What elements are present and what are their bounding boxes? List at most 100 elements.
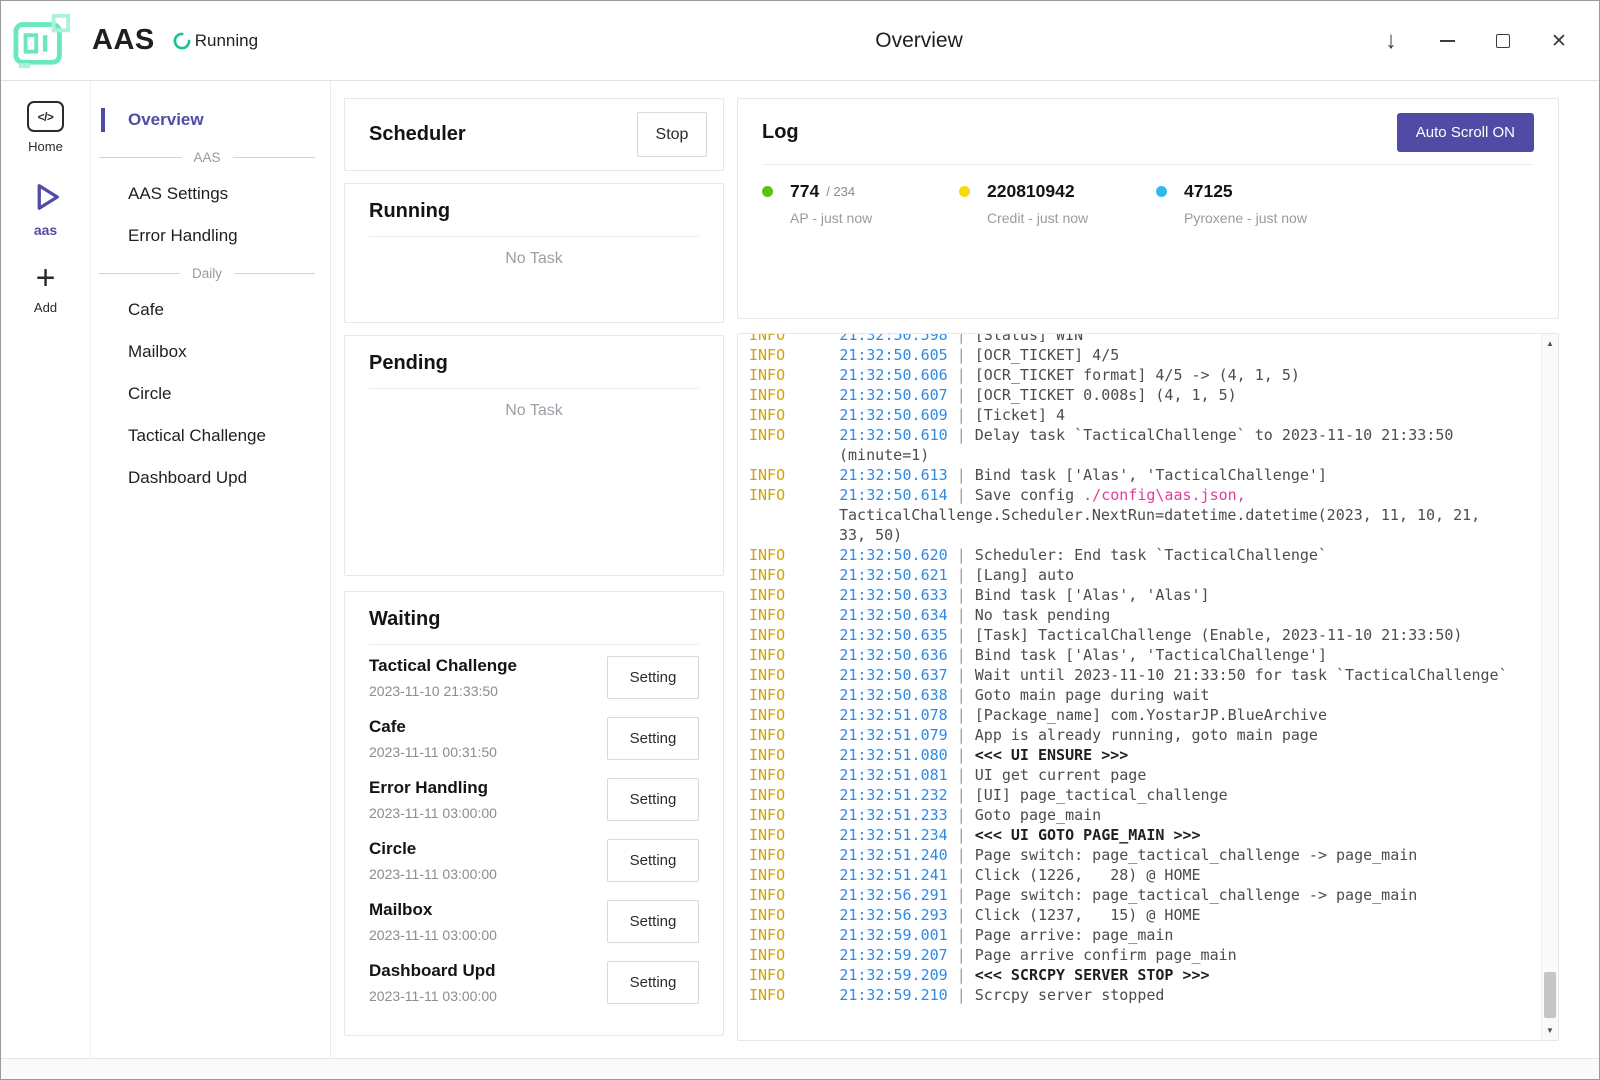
log-message: Bind task ['Alas', 'TacticalChallenge'] <box>975 466 1327 484</box>
task-name: Tactical Challenge <box>369 656 517 676</box>
log-message: [Ticket] 4 <box>975 406 1065 424</box>
running-card: Running No Task <box>344 183 724 323</box>
log-separator: | <box>948 566 975 584</box>
task-info: Error Handling 2023-11-11 03:00:00 <box>369 778 497 821</box>
setting-button-mailbox[interactable]: Setting <box>607 900 699 943</box>
task-next-run: 2023-11-11 03:00:00 <box>369 866 497 882</box>
menu-item-overview[interactable]: Overview <box>91 99 330 141</box>
log-time: 21:32:50.638 <box>839 686 947 704</box>
task-next-run: 2023-11-11 03:00:00 <box>369 927 497 943</box>
scrollbar-thumb[interactable] <box>1544 972 1556 1018</box>
task-info: Cafe2023-11-11 00:31:50 <box>369 717 497 760</box>
setting-button-cafe[interactable]: Setting <box>607 717 699 760</box>
divider-line <box>233 157 316 158</box>
log-line: INFO 21:32:50.634 | No task pending <box>749 605 1511 625</box>
menu-item-mailbox[interactable]: Mailbox <box>91 331 330 373</box>
log-time: 21:32:50.634 <box>839 606 947 624</box>
log-level: INFO <box>749 986 839 1004</box>
close-icon: ✕ <box>1551 32 1567 51</box>
setting-button-error-handling[interactable]: Setting <box>607 778 699 821</box>
titlebar: AAS Running Overview ↓ ✕ <box>1 1 1599 81</box>
stat-label: Credit - just now <box>987 210 1156 226</box>
log-time: 21:32:50.635 <box>839 626 947 644</box>
rail-item-add[interactable]: + Add <box>34 263 57 315</box>
update-icon: ↓ <box>1385 29 1397 53</box>
log-separator: | <box>948 906 975 924</box>
body-row: </> Home aas + Add OverviewAASAAS Settin… <box>1 81 1599 1059</box>
dashboard-stat-ap: 774/ 234AP - just now <box>762 181 959 226</box>
menu-panel: OverviewAASAAS SettingsError HandlingDai… <box>91 81 331 1059</box>
log-separator: | <box>948 886 975 904</box>
log-level: INFO <box>749 546 839 564</box>
log-level: INFO <box>749 366 839 384</box>
icon-rail: </> Home aas + Add <box>1 81 91 1059</box>
log-level: INFO <box>749 646 839 664</box>
log-scrollbar[interactable]: ▲ ▼ <box>1541 334 1558 1040</box>
log-message: Scrcpy server stopped <box>975 986 1165 1004</box>
log-level: INFO <box>749 466 839 484</box>
running-title: Running <box>369 200 450 222</box>
log-time: 21:32:50.636 <box>839 646 947 664</box>
log-message: [Task] TacticalChallenge (Enable, 2023-1… <box>975 626 1463 644</box>
log-level: INFO <box>749 486 839 504</box>
log-level: INFO <box>749 826 839 844</box>
log-level: INFO <box>749 766 839 784</box>
log-card: Log Auto Scroll ON 774/ 234AP - just now… <box>737 98 1559 319</box>
menu-item-aas-settings[interactable]: AAS Settings <box>91 173 330 215</box>
log-level: INFO <box>749 786 839 804</box>
menu-item-circle[interactable]: Circle <box>91 373 330 415</box>
log-message: Goto page_main <box>975 806 1101 824</box>
log-separator: | <box>948 706 975 724</box>
pending-header: Pending <box>369 336 699 389</box>
waiting-task-row: Tactical Challenge 2023-11-10 21:33:50 Set… <box>369 656 699 699</box>
running-spinner-icon <box>172 31 192 51</box>
log-time: 21:32:51.232 <box>839 786 947 804</box>
menu-item-dashboard-upd[interactable]: Dashboard Upd <box>91 457 330 499</box>
running-empty-text: No Task <box>345 237 723 268</box>
task-name: Error Handling <box>369 778 497 798</box>
log-separator: | <box>948 333 975 344</box>
rail-item-home[interactable]: </> Home <box>27 101 64 154</box>
task-next-run: 2023-11-11 00:31:50 <box>369 744 497 760</box>
minimize-button[interactable] <box>1425 19 1469 63</box>
log-separator: | <box>948 386 975 404</box>
rail-item-aas[interactable]: aas <box>28 179 64 238</box>
menu-item-cafe[interactable]: Cafe <box>91 289 330 331</box>
close-button[interactable]: ✕ <box>1537 19 1581 63</box>
log-message: Scheduler: End task `TacticalChallenge` <box>975 546 1327 564</box>
log-line: INFO 21:32:51.078 | [Package_name] com.Y… <box>749 705 1511 725</box>
log-separator: | <box>948 366 975 384</box>
task-next-run: 2023-11-10 21:33:50 <box>369 683 517 699</box>
stat-top: 774/ 234 <box>762 181 959 202</box>
log-level: INFO <box>749 746 839 764</box>
log-time: 21:32:50.609 <box>839 406 947 424</box>
waiting-title: Waiting <box>369 608 440 630</box>
auto-scroll-button[interactable]: Auto Scroll ON <box>1397 113 1534 152</box>
log-time: 21:32:51.081 <box>839 766 947 784</box>
maximize-button[interactable] <box>1481 19 1525 63</box>
log-title: Log <box>762 121 799 144</box>
log-time: 21:32:50.637 <box>839 666 947 684</box>
setting-button-tactical-challenge[interactable]: Setting <box>607 656 699 699</box>
horizontal-scrollbar[interactable] <box>1 1058 1599 1079</box>
log-line: INFO 21:32:50.606 | [OCR_TICKET format] … <box>749 365 1511 385</box>
menu-item-error-handling[interactable]: Error Handling <box>91 215 330 257</box>
update-button[interactable]: ↓ <box>1369 19 1413 63</box>
log-separator: | <box>948 826 975 844</box>
scroll-up-button[interactable]: ▲ <box>1542 335 1558 352</box>
log-line: INFO 21:32:50.605 | [OCR_TICKET] 4/5 <box>749 345 1511 365</box>
log-message: Page switch: page_tactical_challenge -> … <box>975 846 1418 864</box>
home-icon: </> <box>27 101 64 132</box>
setting-button-circle[interactable]: Setting <box>607 839 699 882</box>
waiting-task-row: Circle2023-11-11 03:00:00 Setting <box>369 839 699 882</box>
log-line: INFO 21:32:56.293 | Click (1237, 15) @ H… <box>749 905 1511 925</box>
stop-button[interactable]: Stop <box>637 112 707 157</box>
rail-add-label: Add <box>34 300 57 315</box>
task-next-run: 2023-11-11 03:00:00 <box>369 805 497 821</box>
task-info: Circle2023-11-11 03:00:00 <box>369 839 497 882</box>
scroll-down-button[interactable]: ▼ <box>1542 1022 1558 1039</box>
menu-item-tactical-challenge[interactable]: Tactical Challenge <box>91 415 330 457</box>
log-line: INFO 21:32:56.291 | Page switch: page_ta… <box>749 885 1511 905</box>
setting-button-dashboard-upd[interactable]: Setting <box>607 961 699 1004</box>
log-time: 21:32:59.207 <box>839 946 947 964</box>
